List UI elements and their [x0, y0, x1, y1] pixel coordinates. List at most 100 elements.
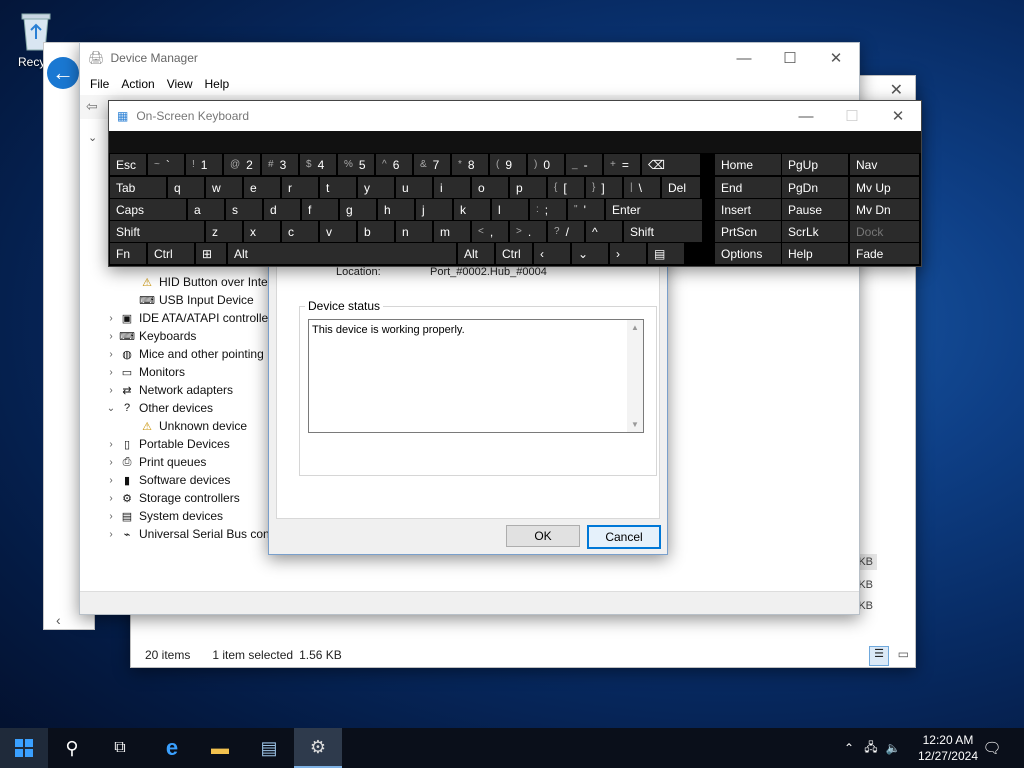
osk-key[interactable]: g — [340, 199, 376, 220]
osk-key[interactable]: Del — [662, 177, 700, 198]
tree-item[interactable]: › ▣ IDE ATA/ATAPI controlle — [104, 309, 274, 327]
notifications-icon[interactable]: 🗨 — [968, 728, 1016, 768]
expand-chevron-icon[interactable]: › — [104, 367, 118, 378]
osk-key[interactable]: k — [454, 199, 490, 220]
osk-key[interactable]: n — [396, 221, 432, 242]
device-manager-taskbar-icon[interactable]: ⚙ — [294, 728, 342, 768]
osk-key[interactable]: * 8 — [452, 154, 488, 175]
expand-chevron-icon[interactable]: › — [104, 439, 118, 450]
osk-key[interactable]: › — [610, 243, 646, 264]
osk-key[interactable]: ! 1 — [186, 154, 222, 175]
osk-key[interactable]: + = — [604, 154, 640, 175]
ok-button[interactable]: OK — [506, 525, 580, 547]
osk-key[interactable]: c — [282, 221, 318, 242]
osk-nav-key[interactable]: Mv Up — [850, 177, 919, 198]
menu-file[interactable]: File — [84, 77, 115, 91]
toolbar-back-icon[interactable]: ⇦ — [86, 98, 98, 115]
osk-key[interactable]: ▤ — [648, 243, 684, 264]
osk-key[interactable]: & 7 — [414, 154, 450, 175]
osk-key[interactable]: _ - — [566, 154, 602, 175]
explorer-close-icon[interactable]: ✕ — [890, 80, 903, 100]
osk-key[interactable]: :; — [530, 199, 566, 220]
tree-item[interactable]: ⚠ HID Button over Inte — [104, 273, 274, 291]
osk-key[interactable]: o — [472, 177, 508, 198]
osk-nav-key[interactable]: Fade — [850, 243, 919, 264]
tree-item[interactable]: › ▯ Portable Devices — [104, 435, 274, 453]
osk-key[interactable]: x — [244, 221, 280, 242]
osk-key[interactable]: >. — [510, 221, 546, 242]
osk-key[interactable]: @2 — [224, 154, 260, 175]
tiles-view-icon[interactable]: ▭ — [898, 647, 909, 661]
collapse-chevron-icon[interactable]: ⌄ — [104, 403, 118, 414]
scroll-left-arrow-icon[interactable]: ‹ — [56, 612, 61, 628]
osk-key[interactable]: ^ — [586, 221, 622, 242]
osk-nav-key[interactable]: Mv Dn — [850, 199, 919, 220]
back-arrow-icon[interactable]: ← — [47, 57, 79, 89]
osk-key[interactable]: Enter — [606, 199, 702, 220]
device-status-textbox[interactable]: This device is working properly. ▲ ▼ — [308, 319, 644, 433]
osk-key[interactable]: q — [168, 177, 204, 198]
osk-key[interactable]: Shift — [624, 221, 702, 242]
on-screen-keyboard-window[interactable]: ▦ On-Screen Keyboard — ☐ ✕ Esc ~ `! 1 @2 #3 $4… — [108, 100, 922, 267]
osk-nav-key[interactable]: Dock — [850, 221, 919, 242]
tree-item[interactable]: › ⇄ Network adapters — [104, 381, 274, 399]
expand-chevron-icon[interactable]: › — [104, 331, 118, 342]
scroll-down-icon[interactable]: ▼ — [627, 420, 643, 429]
status-scrollbar[interactable]: ▲ ▼ — [627, 320, 643, 432]
osk-key[interactable]: t — [320, 177, 356, 198]
osk-key[interactable]: Fn — [110, 243, 146, 264]
osk-key[interactable]: v — [320, 221, 356, 242]
osk-key[interactable]: ‹ — [534, 243, 570, 264]
osk-key[interactable]: u — [396, 177, 432, 198]
menu-view[interactable]: View — [161, 77, 199, 91]
osk-key[interactable]: " ' — [568, 199, 604, 220]
osk-key[interactable]: i — [434, 177, 470, 198]
osk-key[interactable]: }] — [586, 177, 622, 198]
maximize-icon[interactable]: ☐ — [767, 43, 813, 73]
osk-key[interactable]: m — [434, 221, 470, 242]
osk-nav-key[interactable]: PrtScn — [715, 221, 781, 242]
show-hidden-icons-icon[interactable]: ⌃ — [838, 741, 860, 755]
osk-close-icon[interactable]: ✕ — [875, 101, 921, 131]
network-status-icon[interactable]: 🖧 — [860, 738, 882, 759]
tree-item[interactable]: › ▤ System devices — [104, 507, 274, 525]
osk-key[interactable]: Ctrl — [148, 243, 194, 264]
osk-key[interactable]: j — [416, 199, 452, 220]
osk-nav-key[interactable]: End — [715, 177, 781, 198]
osk-key[interactable]: p — [510, 177, 546, 198]
osk-key[interactable]: Caps — [110, 199, 186, 220]
osk-key[interactable]: h — [378, 199, 414, 220]
osk-nav-key[interactable]: PgDn — [782, 177, 848, 198]
osk-key[interactable]: ) 0 — [528, 154, 564, 175]
osk-nav-key[interactable]: Pause — [782, 199, 848, 220]
osk-key[interactable]: <, — [472, 221, 508, 242]
start-button[interactable] — [0, 728, 48, 768]
osk-key[interactable]: y — [358, 177, 394, 198]
device-manager-titlebar[interactable]: 🖨 Device Manager — ☐ ✕ — [80, 43, 859, 73]
osk-key[interactable]: Ctrl — [496, 243, 532, 264]
osk-key[interactable]: ~ ` — [148, 154, 184, 175]
osk-key[interactable]: w — [206, 177, 242, 198]
osk-key[interactable]: Alt — [458, 243, 494, 264]
expand-chevron-icon[interactable]: › — [104, 493, 118, 504]
osk-maximize-icon[interactable]: ☐ — [829, 101, 875, 131]
expand-chevron-icon[interactable]: › — [104, 475, 118, 486]
internet-explorer-icon[interactable]: e — [148, 728, 196, 768]
osk-key[interactable]: d — [264, 199, 300, 220]
osk-key[interactable]: s — [226, 199, 262, 220]
scroll-up-icon[interactable]: ▲ — [627, 323, 643, 332]
osk-key[interactable]: {[ — [548, 177, 584, 198]
osk-minimize-icon[interactable]: — — [783, 101, 829, 131]
osk-key[interactable]: f — [302, 199, 338, 220]
device-properties-dialog[interactable]: Location: Port_#0002.Hub_#0004 Device st… — [268, 250, 668, 555]
menu-action[interactable]: Action — [115, 77, 160, 91]
osk-key[interactable]: z — [206, 221, 242, 242]
root-collapse-chevron-icon[interactable]: ⌄ — [88, 131, 97, 144]
expand-chevron-icon[interactable]: › — [104, 385, 118, 396]
osk-key[interactable]: #3 — [262, 154, 298, 175]
close-icon[interactable]: ✕ — [813, 43, 859, 73]
server-manager-icon[interactable]: ▤ — [245, 728, 293, 768]
osk-nav-key[interactable]: Nav — [850, 154, 919, 175]
minimize-icon[interactable]: — — [721, 43, 767, 73]
menu-help[interactable]: Help — [199, 77, 236, 91]
